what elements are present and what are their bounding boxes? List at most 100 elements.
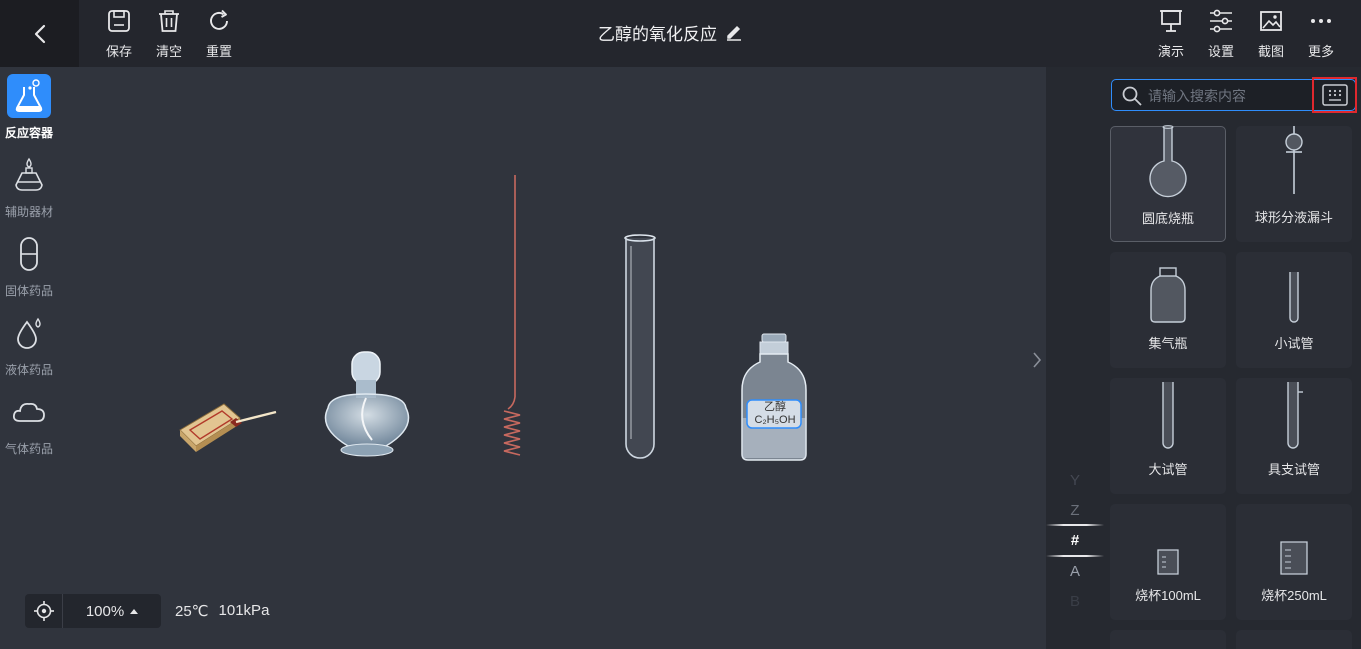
item-beaker-100ml[interactable]: 烧杯100mL xyxy=(1110,504,1226,620)
page-title: 乙醇的氧化反应 xyxy=(598,24,717,44)
chevron-right-icon xyxy=(1033,352,1042,368)
save-label: 保存 xyxy=(105,44,132,59)
capsule-icon xyxy=(7,232,51,276)
clear-label: 清空 xyxy=(155,44,182,59)
round-bottom-flask-icon xyxy=(1149,125,1187,198)
keyboard-button[interactable] xyxy=(1312,77,1357,113)
separatory-funnel-icon xyxy=(1285,126,1303,194)
flask-icon xyxy=(7,74,51,118)
caret-up-icon xyxy=(130,609,139,614)
back-button[interactable] xyxy=(0,0,79,67)
small-test-tube-icon xyxy=(1289,272,1299,323)
beaker-icon xyxy=(1280,541,1308,575)
reset-label: 重置 xyxy=(205,44,232,59)
image-icon xyxy=(1260,11,1282,31)
reset-button[interactable]: 重置 xyxy=(197,8,241,62)
beaker-icon xyxy=(1157,549,1179,575)
more-button[interactable]: 更多 xyxy=(1299,8,1343,62)
search-icon xyxy=(1122,86,1142,106)
category-label: 反应容器 xyxy=(4,126,53,140)
category-label: 辅助器材 xyxy=(4,205,53,219)
search-input[interactable] xyxy=(1148,85,1313,107)
category-label: 固体药品 xyxy=(4,284,53,298)
screenshot-button[interactable]: 截图 xyxy=(1249,8,1293,62)
matchbox[interactable] xyxy=(176,400,280,456)
item-separatory-funnel[interactable]: 球形分液漏斗 xyxy=(1236,126,1352,242)
refresh-icon xyxy=(210,9,228,30)
environment-readout: 25℃ 101kPa xyxy=(175,602,269,620)
item-label: 烧杯100mL xyxy=(1135,588,1201,603)
more-dots-icon xyxy=(1311,19,1331,23)
pressure: 101kPa xyxy=(218,602,270,619)
index-letter[interactable]: Y xyxy=(1046,472,1104,489)
category-rail xyxy=(1046,67,1104,649)
locate-button[interactable] xyxy=(25,594,63,628)
alcohol-lamp[interactable] xyxy=(316,350,418,462)
crosshair-icon xyxy=(33,601,54,621)
item-gas-jar[interactable]: 集气瓶 xyxy=(1110,252,1226,368)
bottle-label-formula: C₂H₅OH xyxy=(754,414,796,426)
item-label: 圆底烧瓶 xyxy=(1141,211,1194,226)
category-reaction-vessels[interactable]: 反应容器 xyxy=(0,74,58,141)
item-label: 大试管 xyxy=(1148,462,1188,477)
copper-wire[interactable] xyxy=(500,173,524,461)
trash-icon xyxy=(159,10,179,32)
item-label: 烧杯250mL xyxy=(1261,588,1327,603)
item-partial[interactable] xyxy=(1110,630,1226,649)
title-area: 乙醇的氧化反应 xyxy=(598,20,743,44)
save-icon xyxy=(108,10,130,32)
gas-jar-icon xyxy=(1150,267,1186,323)
clear-button[interactable]: 清空 xyxy=(147,8,191,62)
index-letter-current[interactable]: # xyxy=(1046,532,1104,549)
zoom-dropdown[interactable]: 100% xyxy=(63,603,161,620)
edit-icon[interactable] xyxy=(725,23,743,41)
item-small-test-tube[interactable]: 小试管 xyxy=(1236,252,1352,368)
item-label: 集气瓶 xyxy=(1148,336,1188,351)
item-side-arm-test-tube[interactable]: 具支试管 xyxy=(1236,378,1352,494)
droplet-icon xyxy=(7,311,51,355)
top-bar: 保存 清空 重置 乙醇的氧化反应 演示 设置 截图 更多 xyxy=(0,0,1361,67)
demo-button[interactable]: 演示 xyxy=(1149,8,1193,62)
presentation-icon xyxy=(1160,10,1182,32)
index-divider xyxy=(1046,555,1104,557)
app: 保存 清空 重置 乙醇的氧化反应 演示 设置 截图 更多 乙醇 C₂H₅OH 1… xyxy=(0,0,1361,649)
item-large-test-tube[interactable]: 大试管 xyxy=(1110,378,1226,494)
side-arm-test-tube-icon xyxy=(1287,382,1303,449)
bottle-label: 乙醇 C₂H₅OH xyxy=(748,401,802,427)
item-label: 具支试管 xyxy=(1267,462,1320,477)
item-beaker-250ml[interactable]: 烧杯250mL xyxy=(1236,504,1352,620)
settings-label: 设置 xyxy=(1207,44,1234,59)
item-label: 球形分液漏斗 xyxy=(1254,210,1333,225)
test-tube[interactable] xyxy=(622,234,658,464)
ethanol-bottle[interactable] xyxy=(740,332,808,462)
bottle-label-name: 乙醇 xyxy=(764,401,786,413)
category-liquid-reagents[interactable]: 液体药品 xyxy=(0,311,58,378)
category-label: 液体药品 xyxy=(4,363,53,377)
category-gas-reagents[interactable]: 气体药品 xyxy=(0,390,58,457)
category-label: 气体药品 xyxy=(4,442,53,456)
save-button[interactable]: 保存 xyxy=(97,8,141,62)
zoom-value: 100% xyxy=(85,602,125,620)
cloud-icon xyxy=(7,390,51,434)
large-test-tube-icon xyxy=(1162,382,1174,449)
item-label: 小试管 xyxy=(1274,336,1314,351)
item-round-bottom-flask[interactable]: 圆底烧瓶 xyxy=(1110,125,1226,242)
collapse-panel-button[interactable] xyxy=(1030,345,1044,375)
item-partial[interactable] xyxy=(1236,630,1352,649)
screenshot-label: 截图 xyxy=(1257,44,1284,59)
zoom-control: 100% xyxy=(25,594,161,628)
temperature: 25℃ xyxy=(175,603,209,620)
category-solid-reagents[interactable]: 固体药品 xyxy=(0,232,58,299)
index-letter[interactable]: Z xyxy=(1046,502,1104,519)
more-label: 更多 xyxy=(1307,44,1334,59)
alcohol-lamp-icon xyxy=(7,153,51,197)
category-auxiliary-equipment[interactable]: 辅助器材 xyxy=(0,153,58,220)
index-divider xyxy=(1046,524,1104,526)
keyboard-icon xyxy=(1321,84,1348,106)
demo-label: 演示 xyxy=(1157,44,1184,59)
index-letter[interactable]: A xyxy=(1046,563,1104,580)
chevron-left-icon xyxy=(34,24,45,43)
index-letter[interactable]: B xyxy=(1046,593,1104,610)
sliders-icon xyxy=(1210,9,1232,33)
settings-button[interactable]: 设置 xyxy=(1199,8,1243,62)
